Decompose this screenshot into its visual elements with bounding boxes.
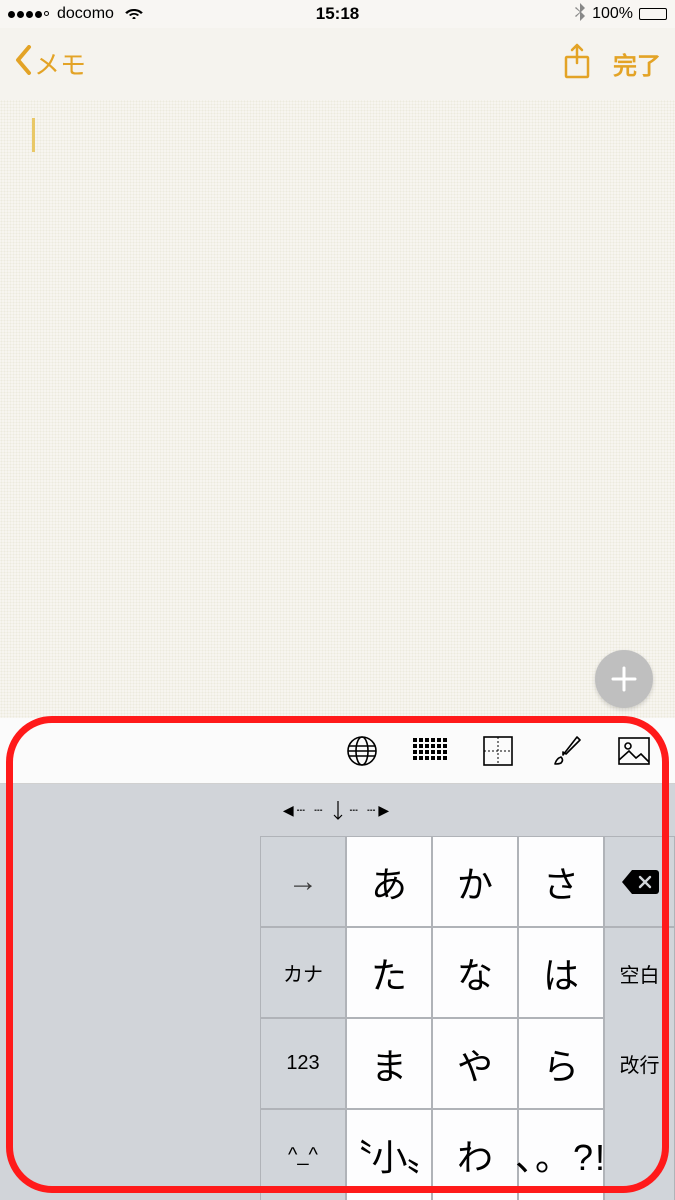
cursor-move-hint-icon: ◀┄┄ ┄┄▶ [283, 800, 392, 820]
key-row-3: 123 ま や ら 改行 [0, 1018, 675, 1109]
bluetooth-icon [574, 3, 586, 26]
back-label: メモ [34, 45, 86, 82]
globe-icon[interactable] [345, 734, 379, 768]
candidate-area[interactable] [0, 836, 260, 927]
key-next-candidate[interactable]: → [260, 836, 346, 927]
key-ta[interactable]: た [346, 927, 432, 1018]
done-button[interactable]: 完了 [613, 46, 661, 81]
brush-icon[interactable] [549, 734, 583, 768]
key-row-1: → あ か さ [0, 836, 675, 927]
signal-dots [8, 11, 49, 18]
keyboard: ◀┄┄ ┄┄▶ → あ か さ カナ た な は 空白 [0, 718, 675, 1200]
key-a[interactable]: あ [346, 836, 432, 927]
key-ma[interactable]: ま [346, 1018, 432, 1109]
image-icon[interactable] [617, 734, 651, 768]
key-grid: → あ か さ カナ た な は 空白 123 ま や ら 改行 [0, 836, 675, 1200]
carrier-label: docomo [57, 5, 114, 23]
key-small[interactable]: 〝小〟 [346, 1109, 432, 1200]
key-ha[interactable]: は [518, 927, 604, 1018]
status-left: docomo [8, 5, 144, 24]
status-bar: docomo 15:18 100% [0, 0, 675, 28]
key-kana[interactable]: カナ [260, 927, 346, 1018]
key-punct[interactable]: 、。?! [518, 1109, 604, 1200]
chevron-left-icon [14, 45, 32, 81]
backspace-icon [620, 868, 660, 896]
key-ya[interactable]: や [432, 1018, 518, 1109]
key-row-4: ^_^ 〝小〟 わ 、。?! [0, 1109, 675, 1200]
status-time: 15:18 [316, 4, 359, 24]
nav-bar: メモ 完了 [0, 28, 675, 98]
key-row-2: カナ た な は 空白 [0, 927, 675, 1018]
key-wa[interactable]: わ [432, 1109, 518, 1200]
add-button[interactable] [595, 650, 653, 708]
key-return-lower[interactable] [604, 1109, 675, 1200]
grid-icon[interactable] [413, 734, 447, 768]
key-emoji[interactable]: ^_^ [260, 1109, 346, 1200]
share-button[interactable] [563, 43, 591, 84]
layout-icon[interactable] [481, 734, 515, 768]
key-sa[interactable]: さ [518, 836, 604, 927]
battery-icon [639, 8, 667, 20]
battery-pct: 100% [592, 5, 633, 23]
key-123[interactable]: 123 [260, 1018, 346, 1109]
key-return[interactable]: 改行 [604, 1018, 675, 1109]
keyboard-hint-row[interactable]: ◀┄┄ ┄┄▶ [0, 784, 675, 836]
plus-icon [609, 664, 639, 694]
back-button[interactable]: メモ [14, 45, 86, 82]
status-right: 100% [574, 3, 667, 26]
key-ra[interactable]: ら [518, 1018, 604, 1109]
note-editor[interactable] [0, 100, 675, 718]
arrow-right-icon: → [288, 865, 318, 899]
share-icon [563, 43, 591, 79]
keyboard-toolbar [0, 718, 675, 784]
text-cursor [32, 118, 35, 152]
key-ka[interactable]: か [432, 836, 518, 927]
key-backspace[interactable] [604, 836, 675, 927]
key-space[interactable]: 空白 [604, 927, 675, 1018]
key-na[interactable]: な [432, 927, 518, 1018]
wifi-icon [124, 5, 144, 24]
